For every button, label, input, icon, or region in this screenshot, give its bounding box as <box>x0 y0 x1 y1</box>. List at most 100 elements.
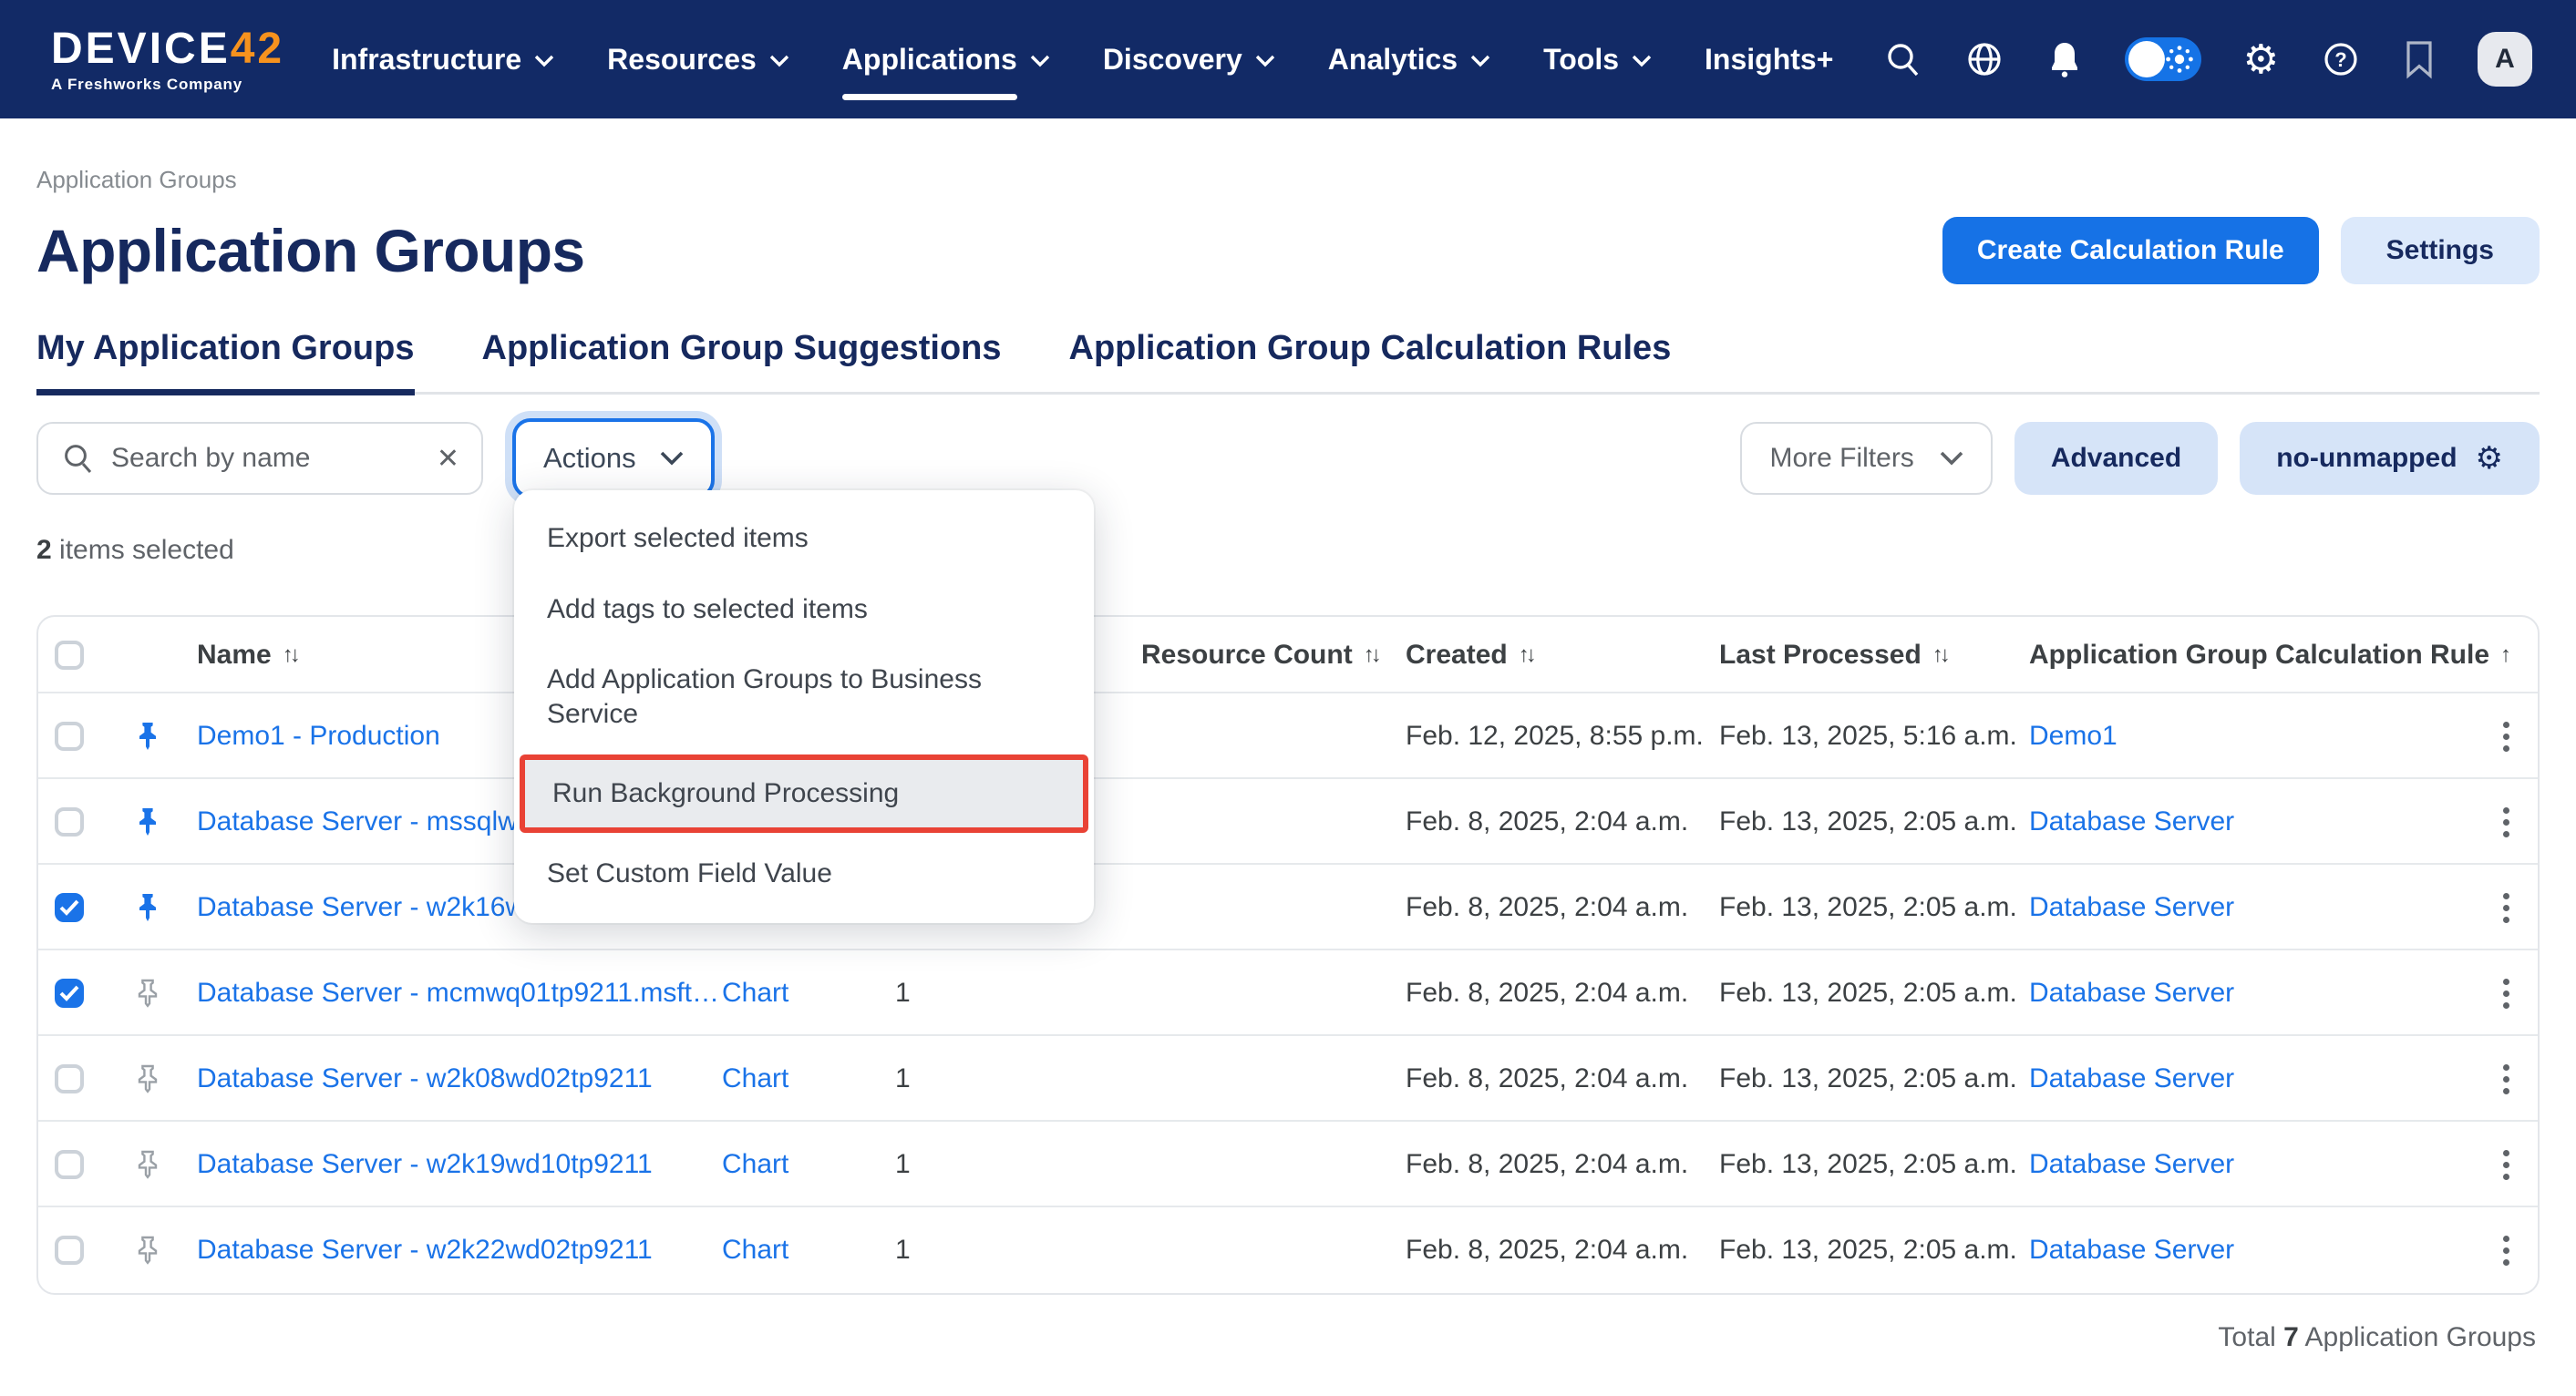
search-icon <box>62 442 95 475</box>
last-processed-value: Feb. 13, 2025, 2:05 a.m. <box>1719 1063 2017 1094</box>
theme-toggle[interactable] <box>2125 37 2201 81</box>
help-icon[interactable]: ? <box>2321 39 2361 79</box>
more-filters-label: More Filters <box>1769 443 1913 474</box>
nav-item-label: Tools <box>1543 43 1619 77</box>
row-kebab-menu-icon[interactable] <box>2496 1228 2517 1273</box>
row-checkbox[interactable] <box>55 1150 84 1179</box>
toolbar-right: More Filters Advanced no-unmapped ⚙ <box>1740 422 2540 495</box>
table-row: Database Server - mcmwq01tp9211.msft… Ch… <box>38 950 2538 1036</box>
type-cell: Chart <box>722 1207 788 1293</box>
calculation-rule-link[interactable]: Database Server <box>2029 1063 2234 1094</box>
column-header-last-processed[interactable]: Last Processed↑↓ <box>1719 617 1947 693</box>
column-header-name[interactable]: Name↑↓ <box>197 617 297 693</box>
row-kebab-menu-icon[interactable] <box>2496 971 2517 1016</box>
row-checkbox[interactable] <box>55 893 84 922</box>
row-checkbox[interactable] <box>55 807 84 837</box>
chevron-down-icon <box>1940 451 1963 466</box>
create-calculation-rule-button[interactable]: Create Calculation Rule <box>1942 217 2319 284</box>
unpin-icon[interactable] <box>133 1063 162 1094</box>
table-row: Database Server - w2k22wd02tp9211 Chart … <box>38 1207 2538 1293</box>
actions-dropdown-button[interactable]: Actions <box>512 418 715 498</box>
actions-menu-item[interactable]: Set Custom Field Value <box>514 838 1094 909</box>
settings-button[interactable]: Settings <box>2341 217 2540 284</box>
row-checkbox[interactable] <box>55 1236 84 1265</box>
pin-icon[interactable] <box>133 721 162 752</box>
calculation-rule-link[interactable]: Demo1 <box>2029 721 2117 752</box>
nav-item-insights-[interactable]: Insights+ <box>1705 43 1833 77</box>
tab-application-group-calculation-rules[interactable]: Application Group Calculation Rules <box>1069 329 1672 392</box>
nav-right-icons: ⚙ ? A <box>1884 32 2532 87</box>
device42-logo[interactable]: DEVICE42 A Freshworks Company <box>51 27 284 92</box>
nav-item-applications[interactable]: Applications <box>842 43 1050 77</box>
chart-link[interactable]: Chart <box>722 1063 788 1094</box>
row-checkbox[interactable] <box>55 722 84 751</box>
bookmark-icon[interactable] <box>2403 39 2436 79</box>
search-icon[interactable] <box>1884 40 1922 78</box>
application-group-name-link[interactable]: Database Server - mssqlwd0 <box>197 806 548 837</box>
nav-item-tools[interactable]: Tools <box>1543 43 1652 77</box>
application-group-name-link[interactable]: Database Server - w2k08wd02tp9211 <box>197 1063 653 1094</box>
column-header-calculation-rule[interactable]: Application Group Calculation Rule↑ <box>2029 617 2511 693</box>
globe-icon[interactable] <box>1964 39 2004 79</box>
actions-menu-item[interactable]: Add Application Groups to Business Servi… <box>514 644 1094 749</box>
application-group-name-link[interactable]: Database Server - mcmwq01tp9211.msft… <box>197 978 719 1009</box>
row-kebab-menu-icon[interactable] <box>2496 1143 2517 1187</box>
row-kebab-menu-icon[interactable] <box>2496 714 2517 759</box>
selection-label: items selected <box>59 535 234 565</box>
selection-count: 2 <box>36 535 52 565</box>
last-processed-cell: Feb. 13, 2025, 2:05 a.m. <box>1719 1036 2017 1122</box>
calculation-rule-link[interactable]: Database Server <box>2029 1149 2234 1180</box>
nav-item-analytics[interactable]: Analytics <box>1328 43 1490 77</box>
application-group-name-link[interactable]: Database Server - w2k22wd02tp9211 <box>197 1235 653 1266</box>
unpin-icon[interactable] <box>133 1149 162 1180</box>
calculation-rule-link[interactable]: Database Server <box>2029 978 2234 1009</box>
tab-application-group-suggestions[interactable]: Application Group Suggestions <box>482 329 1002 392</box>
chart-link[interactable]: Chart <box>722 978 788 1009</box>
row-kebab-menu-icon[interactable] <box>2496 886 2517 930</box>
clear-search-icon[interactable]: ✕ <box>437 443 459 475</box>
unpin-icon[interactable] <box>133 978 162 1009</box>
row-kebab-menu-icon[interactable] <box>2496 1057 2517 1102</box>
nav-item-discovery[interactable]: Discovery <box>1103 43 1275 77</box>
unpin-icon[interactable] <box>133 1235 162 1266</box>
nav-item-label: Infrastructure <box>332 43 521 77</box>
actions-menu-item[interactable]: Export selected items <box>514 503 1094 574</box>
sort-icon: ↑↓ <box>1519 642 1533 668</box>
row-kebab-menu-icon[interactable] <box>2496 800 2517 845</box>
table-body: Demo1 - Production Feb. 12, 2025, 8:55 p… <box>38 693 2538 1293</box>
calculation-rule-link[interactable]: Database Server <box>2029 1235 2234 1266</box>
pin-cell <box>133 1207 162 1293</box>
select-all-checkbox-cell <box>55 617 84 693</box>
chart-link[interactable]: Chart <box>722 1235 788 1266</box>
resource-count-cell: 1 <box>895 1122 911 1207</box>
nav-item-infrastructure[interactable]: Infrastructure <box>332 43 554 77</box>
advanced-button[interactable]: Advanced <box>2014 422 2218 495</box>
tab-my-application-groups[interactable]: My Application Groups <box>36 329 415 392</box>
chart-link[interactable]: Chart <box>722 1149 788 1180</box>
column-header-created[interactable]: Created↑↓ <box>1406 617 1533 693</box>
search-input[interactable] <box>111 443 420 474</box>
application-group-name-link[interactable]: Database Server - w2k19wd10tp9211 <box>197 1149 653 1180</box>
settings-gear-icon[interactable]: ⚙ <box>2243 36 2279 83</box>
actions-menu-item[interactable]: Run Background Processing <box>520 754 1088 833</box>
notifications-bell-icon[interactable] <box>2046 39 2083 79</box>
sort-icon: ↑↓ <box>1364 642 1378 668</box>
calculation-rule-link[interactable]: Database Server <box>2029 892 2234 923</box>
nav-item-resources[interactable]: Resources <box>607 43 789 77</box>
created-cell: Feb. 8, 2025, 2:04 a.m. <box>1406 1122 1688 1207</box>
row-checkbox[interactable] <box>55 1064 84 1093</box>
saved-filter-button[interactable]: no-unmapped ⚙ <box>2240 422 2540 495</box>
pin-icon[interactable] <box>133 806 162 837</box>
application-group-name-link[interactable]: Demo1 - Production <box>197 721 440 752</box>
row-checkbox[interactable] <box>55 979 84 1008</box>
name-cell: Database Server - mssqlwd0 <box>197 779 548 865</box>
column-header-resource-count[interactable]: Resource Count↑↓ <box>1141 617 1378 693</box>
pin-icon[interactable] <box>133 892 162 923</box>
actions-button-label: Actions <box>543 442 636 475</box>
more-filters-dropdown[interactable]: More Filters <box>1740 422 1992 495</box>
logo-42: 42 <box>231 25 284 73</box>
calculation-rule-link[interactable]: Database Server <box>2029 806 2234 837</box>
select-all-checkbox[interactable] <box>55 641 84 670</box>
avatar[interactable]: A <box>2478 32 2532 87</box>
actions-menu-item[interactable]: Add tags to selected items <box>514 574 1094 645</box>
